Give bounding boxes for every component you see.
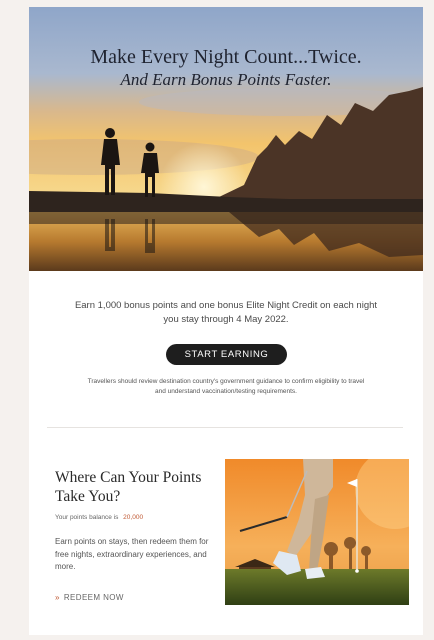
- headline-line-1: Make Every Night Count...Twice.: [90, 46, 362, 68]
- rewards-description: Earn points on stays, then redeem them f…: [55, 537, 209, 571]
- travel-disclaimer: Travellers should review destination cou…: [87, 378, 365, 395]
- rewards-title: Where Can Your Points Take You?: [55, 469, 202, 505]
- hero-headline: Make Every Night Count...Twice. And Earn…: [29, 45, 423, 91]
- points-balance-label: Your points balance is: [55, 514, 119, 521]
- points-balance-value: 20,000: [123, 514, 144, 521]
- redeem-now-label: REDEEM NOW: [63, 593, 124, 602]
- redeem-now-link[interactable]: » REDEEM NOW: [55, 593, 124, 602]
- golf-image[interactable]: [225, 459, 409, 605]
- offer-text: Earn 1,000 bonus points and one bonus El…: [74, 300, 378, 325]
- email-card: Make Every Night Count...Twice. And Earn…: [29, 7, 423, 635]
- double-chevron-right-icon: »: [55, 593, 60, 602]
- hero-banner[interactable]: Make Every Night Count...Twice. And Earn…: [29, 7, 423, 271]
- points-balance: Your points balance is 20,000: [55, 514, 143, 521]
- start-earning-button[interactable]: START EARNING: [166, 344, 287, 365]
- headline-line-2: And Earn Bonus Points Faster.: [120, 70, 332, 89]
- golfer-photo: [225, 459, 409, 605]
- section-divider: [47, 427, 403, 428]
